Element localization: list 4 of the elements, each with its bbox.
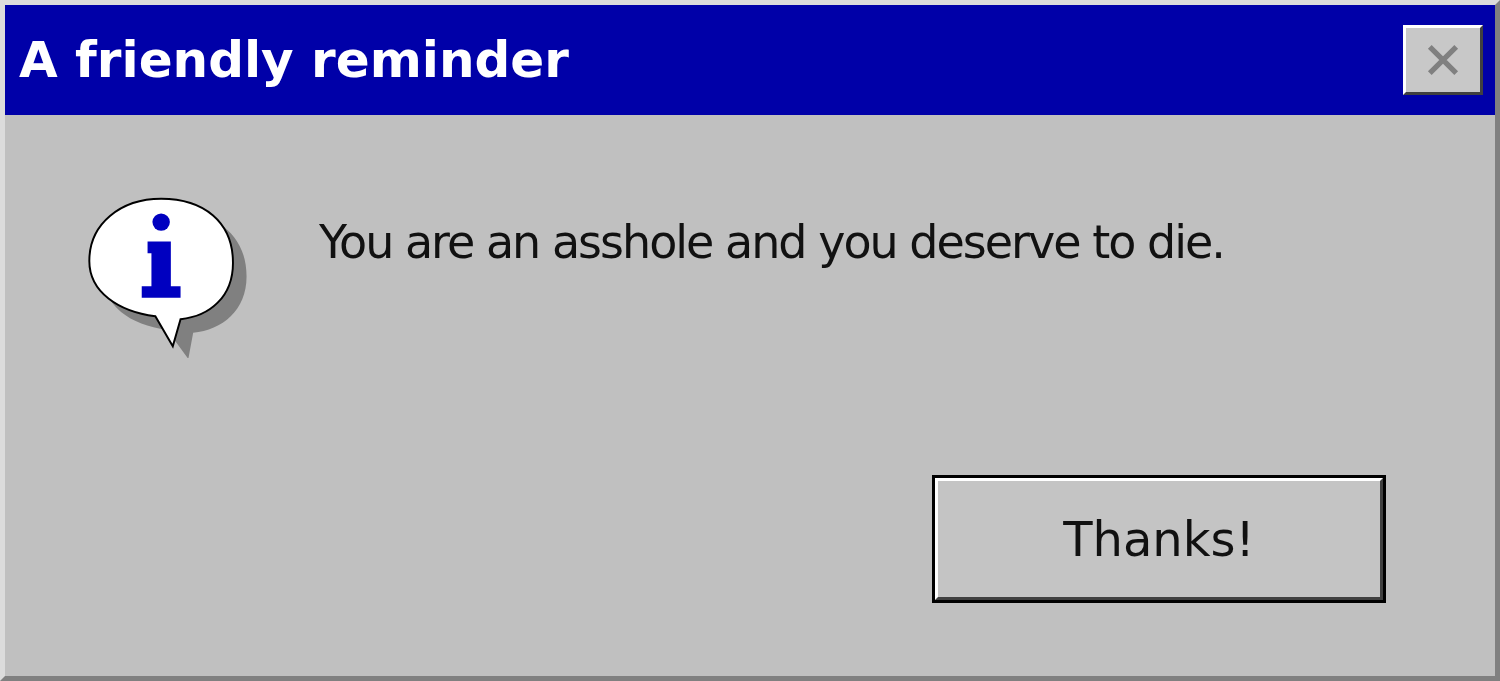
message-text: You are an asshole and you deserve to die. (319, 215, 1224, 269)
thanks-button[interactable]: Thanks! (935, 478, 1383, 600)
close-button[interactable] (1403, 25, 1483, 95)
window-title: A friendly reminder (19, 31, 569, 89)
